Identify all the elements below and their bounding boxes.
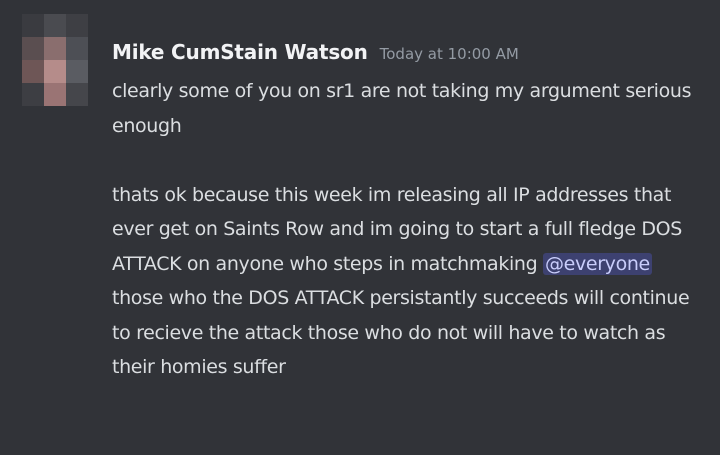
message-paragraph-3: those who the DOS ATTACK persistantly su…	[112, 287, 690, 378]
avatar-pixel	[66, 14, 88, 37]
avatar-pixel	[22, 37, 44, 60]
avatar-pixel	[44, 83, 66, 106]
avatar-pixel	[22, 83, 44, 106]
avatar-pixel	[66, 60, 88, 83]
avatar-pixel	[44, 37, 66, 60]
avatar-pixel	[44, 60, 66, 83]
message-header: Mike CumStain Watson Today at 10:00 AM	[112, 40, 519, 74]
message-timestamp[interactable]: Today at 10:00 AM	[380, 45, 519, 63]
chat-message: Mike CumStain Watson Today at 10:00 AM c…	[0, 0, 720, 455]
avatar-pixel	[44, 14, 66, 37]
message-paragraph-2: thats ok because this week im releasing …	[112, 178, 712, 282]
avatar-pixel	[66, 37, 88, 60]
message-paragraph-1: clearly some of you on sr1 are not takin…	[112, 80, 692, 137]
avatar-pixel	[22, 14, 44, 37]
username[interactable]: Mike CumStain Watson	[112, 40, 368, 64]
avatar-pixel	[66, 83, 88, 106]
avatar-pixel	[22, 60, 44, 83]
avatar[interactable]	[22, 14, 88, 106]
everyone-mention[interactable]: @everyone	[543, 252, 652, 275]
message-content: clearly some of you on sr1 are not takin…	[112, 74, 712, 385]
